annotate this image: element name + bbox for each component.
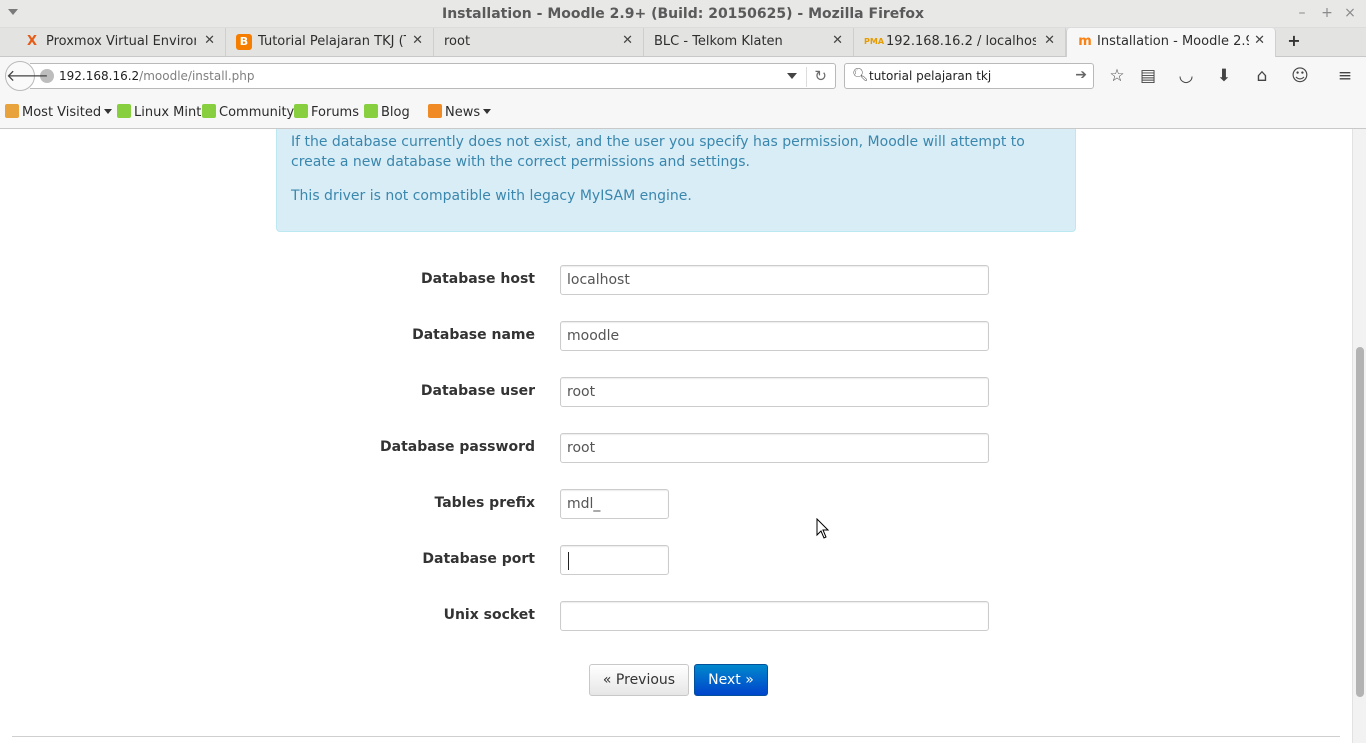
text-caret [568, 552, 569, 570]
form-row-db-name: Database name moodle [0, 321, 1352, 351]
page-content: If the database currently does not exist… [0, 129, 1352, 743]
chevron-down-icon [104, 109, 113, 114]
page-scrollbar[interactable] [1352, 129, 1366, 743]
back-button[interactable]: 🡐 [5, 61, 49, 91]
form-row-socket: Unix socket [0, 601, 1352, 631]
minimize-button[interactable]: – [1293, 4, 1311, 22]
db-user-label: Database user [420, 383, 535, 399]
mint-icon [202, 104, 216, 118]
window-title: Installation - Moodle 2.9+ (Build: 20150… [441, 6, 925, 22]
socket-label: Unix socket [443, 607, 535, 623]
db-host-input[interactable]: localhost [560, 265, 989, 295]
footer-divider [12, 736, 1340, 737]
reload-icon[interactable]: ↻ [814, 67, 827, 85]
prefix-label: Tables prefix [434, 495, 535, 511]
url-separator [806, 67, 807, 87]
prefix-input[interactable]: mdl_ [560, 489, 669, 519]
db-name-input[interactable]: moodle [560, 321, 989, 351]
window-titlebar: Installation - Moodle 2.9+ (Build: 20150… [0, 0, 1366, 28]
close-tab-icon[interactable]: ✕ [622, 33, 633, 48]
tab-tutorial[interactable]: B Tutorial Pelajaran TKJ (Te... ✕ [226, 28, 434, 56]
db-name-label: Database name [412, 327, 535, 343]
proxmox-favicon-icon: X [26, 34, 38, 49]
new-tab-button[interactable]: + [1284, 31, 1304, 51]
db-host-label: Database host [421, 271, 535, 287]
tab-blc[interactable]: BLC - Telkom Klaten ✕ [644, 28, 854, 56]
socket-input[interactable] [560, 601, 989, 631]
form-row-db-host: Database host localhost [0, 265, 1352, 295]
scrollbar-thumb[interactable] [1356, 347, 1364, 697]
form-row-db-user: Database user root [0, 377, 1352, 407]
hello-chat-icon[interactable]: ☺ [1289, 65, 1311, 87]
bookmark-linux-mint[interactable]: Linux Mint [117, 104, 201, 120]
close-window-button[interactable]: × [1341, 4, 1359, 22]
close-tab-icon[interactable]: ✕ [832, 33, 843, 48]
tab-strip: X Proxmox Virtual Environ... ✕ B Tutoria… [0, 28, 1366, 57]
mint-icon [294, 104, 308, 118]
mouse-pointer-icon [816, 518, 830, 539]
download-icon[interactable]: ⬇ [1213, 65, 1235, 87]
notice-text-myisam: This driver is not compatible with legac… [291, 188, 692, 204]
close-tab-icon[interactable]: ✕ [1254, 33, 1265, 48]
blogger-favicon-icon: B [236, 34, 252, 50]
tab-proxmox[interactable]: X Proxmox Virtual Environ... ✕ [14, 28, 226, 56]
tab-label: root [444, 34, 471, 49]
bookmark-star-icon[interactable]: ☆ [1106, 65, 1128, 87]
form-row-db-password: Database password root [0, 433, 1352, 463]
bookmark-forums[interactable]: Forums [294, 104, 359, 120]
db-port-label: Database port [422, 551, 535, 567]
phpmyadmin-favicon-icon: PMA [864, 37, 885, 46]
tab-label: Proxmox Virtual Environ... [46, 34, 196, 49]
tab-phpmyadmin[interactable]: PMA 192.168.16.2 / localhost | ... ✕ [854, 28, 1066, 56]
tab-label: 192.168.16.2 / localhost | ... [886, 34, 1036, 49]
notice-text-create: If the database currently does not exist… [291, 134, 1025, 170]
database-notice: If the database currently does not exist… [276, 129, 1076, 232]
db-password-label: Database password [380, 439, 535, 455]
search-go-icon[interactable]: ➔ [1075, 67, 1087, 83]
tab-label: BLC - Telkom Klaten [654, 34, 783, 49]
form-row-prefix: Tables prefix mdl_ [0, 489, 1352, 519]
home-icon[interactable]: ⌂ [1251, 65, 1273, 87]
url-text[interactable]: 192.168.16.2/moodle/install.php [59, 69, 255, 83]
url-bar[interactable]: 192.168.16.2/moodle/install.php ↻ [30, 63, 836, 89]
folder-icon [5, 104, 19, 118]
bookmark-news[interactable]: News [428, 104, 492, 120]
close-tab-icon[interactable]: ✕ [412, 33, 423, 48]
reading-list-icon[interactable]: ▤ [1137, 65, 1159, 87]
maximize-button[interactable]: + [1318, 4, 1336, 22]
rss-icon [428, 104, 442, 118]
db-password-input[interactable]: root [560, 433, 989, 463]
tab-label: Tutorial Pelajaran TKJ (Te... [258, 34, 406, 49]
form-row-db-port: Database port [0, 545, 1352, 575]
search-icon: 🔍︎ [852, 68, 869, 83]
tab-root[interactable]: root ✕ [434, 28, 644, 56]
chevron-down-icon [483, 109, 492, 114]
tab-label: Installation - Moodle 2.9+... [1097, 34, 1249, 49]
db-port-input[interactable] [560, 545, 669, 575]
navigation-toolbar: 192.168.16.2/moodle/install.php ↻ 🡐 🔍︎ t… [0, 57, 1366, 95]
db-user-input[interactable]: root [560, 377, 989, 407]
tab-moodle-installation[interactable]: m Installation - Moodle 2.9+... ✕ [1066, 28, 1276, 57]
moodle-favicon-icon: m [1078, 34, 1092, 49]
menu-hamburger-icon[interactable]: ≡ [1334, 65, 1356, 87]
bookmarks-toolbar: Most Visited Linux Mint Community Forums… [0, 95, 1366, 129]
mint-icon [117, 104, 131, 118]
close-tab-icon[interactable]: ✕ [204, 33, 215, 48]
pocket-icon[interactable]: ◡ [1175, 65, 1197, 87]
previous-button[interactable]: « Previous [589, 664, 689, 696]
bookmark-community[interactable]: Community [202, 104, 294, 120]
mint-icon [364, 104, 378, 118]
search-query[interactable]: tutorial pelajaran tkj [869, 69, 991, 83]
bookmark-most-visited[interactable]: Most Visited [5, 104, 113, 120]
search-bar[interactable]: 🔍︎ tutorial pelajaran tkj ➔ [844, 63, 1094, 89]
url-history-dropdown-icon[interactable] [787, 73, 797, 79]
close-tab-icon[interactable]: ✕ [1044, 33, 1055, 48]
bookmark-blog[interactable]: Blog [364, 104, 410, 120]
next-button[interactable]: Next » [694, 664, 768, 696]
